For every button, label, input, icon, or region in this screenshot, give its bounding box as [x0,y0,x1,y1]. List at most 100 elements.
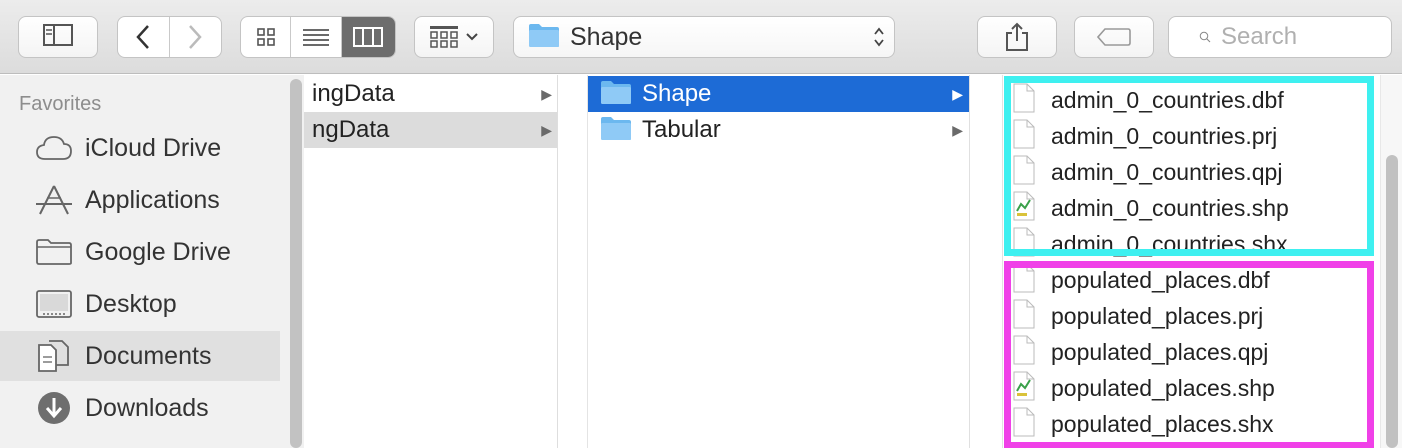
file-row[interactable]: populated_places.shx [1003,406,1365,442]
file-row[interactable]: admin_0_countries.shx [1003,226,1365,262]
file-name: populated_places.shx [1051,410,1274,437]
list-item-label: ingData [312,80,395,107]
sidebar-item-label: Google Drive [85,237,231,266]
disclosure-triangle-icon: ▶ [541,85,552,102]
list-item-label: Shape [642,80,712,107]
search-input[interactable] [1221,23,1391,51]
sidebar-item-desktop[interactable]: Desktop [0,279,280,329]
browser-column-2: Shape ▶ Tabular ▶ [587,75,970,448]
sidebar-item-label: Documents [85,341,212,370]
updown-arrows-icon [864,25,894,49]
file-row[interactable]: populated_places.dbf [1003,262,1365,298]
document-icon [1013,227,1035,262]
file-row[interactable]: populated_places.shp [1003,370,1365,406]
list-item-label: Tabular [642,116,721,143]
document-icon [1013,299,1035,334]
file-row[interactable]: admin_0_countries.shp [1003,190,1365,226]
sidebar-item-label: Applications [85,185,220,214]
folder-icon [600,79,632,110]
path-popup[interactable]: Shape [513,16,895,58]
disclosure-triangle-icon: ▶ [952,85,963,102]
sidebar: Favorites iCloud Drive Applications Goog… [0,75,290,448]
file-name: populated_places.dbf [1051,266,1270,293]
applications-icon [34,183,74,217]
sidebar-item-downloads[interactable]: Downloads [0,383,280,433]
list-item[interactable]: ingData ▶ [304,76,557,112]
sidebar-icon [43,23,73,51]
grid-icon [256,28,275,46]
tags-button[interactable] [1074,16,1154,58]
file-name: populated_places.prj [1051,302,1264,329]
sidebar-item-applications[interactable]: Applications [0,175,280,225]
scrollbar-thumb[interactable] [290,79,302,448]
file-row[interactable]: admin_0_countries.qpj [1003,154,1365,190]
share-icon [1006,22,1028,51]
column-3-scrollbar[interactable] [1380,75,1402,448]
disclosure-triangle-icon: ▶ [541,121,552,138]
folder-icon [528,22,560,53]
list-item[interactable]: Shape ▶ [588,76,969,112]
file-name: populated_places.shp [1051,374,1275,401]
tag-icon [1097,28,1131,46]
sidebar-item-documents[interactable]: Documents [0,331,280,381]
file-name: populated_places.qpj [1051,338,1269,365]
favorites-heading: Favorites [19,93,102,115]
document-icon [1013,155,1035,190]
downloads-icon [34,391,74,425]
disclosure-triangle-icon: ▶ [952,121,963,138]
file-name: admin_0_countries.dbf [1051,86,1284,113]
file-name: admin_0_countries.shp [1051,194,1289,221]
list-item-label: ngData [312,116,390,143]
list-item[interactable]: ngData ▶ [304,112,557,148]
column-divider[interactable] [970,75,1002,448]
desktop-icon [34,287,74,321]
browser-column-3: admin_0_countries.dbf admin_0_countries.… [1002,75,1402,448]
arrange-grid-icon [430,26,458,48]
documents-icon [34,339,74,373]
nav-buttons [117,16,222,58]
browser-column-1: ingData ▶ ngData ▶ [304,75,558,448]
arrange-menu-button[interactable] [414,16,494,58]
chevron-left-icon [136,25,150,49]
path-label: Shape [570,22,643,51]
shapefile-icon [1013,371,1035,406]
search-field[interactable] [1168,16,1392,58]
icon-view-button[interactable] [241,17,292,57]
share-button[interactable] [977,16,1057,58]
file-row[interactable]: admin_0_countries.prj [1003,118,1365,154]
cloud-icon [34,131,74,165]
sidebar-toggle-button[interactable] [18,16,98,58]
scrollbar-thumb[interactable] [1386,155,1398,448]
search-icon [1199,31,1211,43]
file-row[interactable]: admin_0_countries.dbf [1003,82,1365,118]
document-icon [1013,335,1035,370]
sidebar-item-google-drive[interactable]: Google Drive [0,227,280,277]
toolbar: Shape [0,0,1402,74]
chevron-right-icon [189,25,202,49]
columns-icon [353,27,384,47]
back-button[interactable] [118,17,170,57]
list-item[interactable]: Tabular ▶ [588,112,969,148]
document-icon [1013,83,1035,118]
sidebar-scrollbar[interactable] [288,75,304,448]
column-view-button[interactable] [341,17,395,57]
sidebar-item-label: iCloud Drive [85,133,222,162]
folder-icon [600,115,632,146]
forward-button[interactable] [170,17,222,57]
chevron-down-icon [466,33,478,41]
file-row[interactable]: populated_places.qpj [1003,334,1365,370]
document-icon [1013,119,1035,154]
document-icon [1013,263,1035,298]
file-row[interactable]: populated_places.prj [1003,298,1365,334]
file-name: admin_0_countries.qpj [1051,158,1283,185]
list-view-button[interactable] [291,17,342,57]
list-icon [303,29,330,46]
shapefile-icon [1013,191,1035,226]
sidebar-item-icloud-drive[interactable]: iCloud Drive [0,123,280,173]
file-name: admin_0_countries.shx [1051,230,1288,257]
folder-icon [34,235,74,269]
document-icon [1013,407,1035,442]
column-divider[interactable] [558,75,587,448]
file-name: admin_0_countries.prj [1051,122,1278,149]
sidebar-item-label: Downloads [85,393,209,422]
